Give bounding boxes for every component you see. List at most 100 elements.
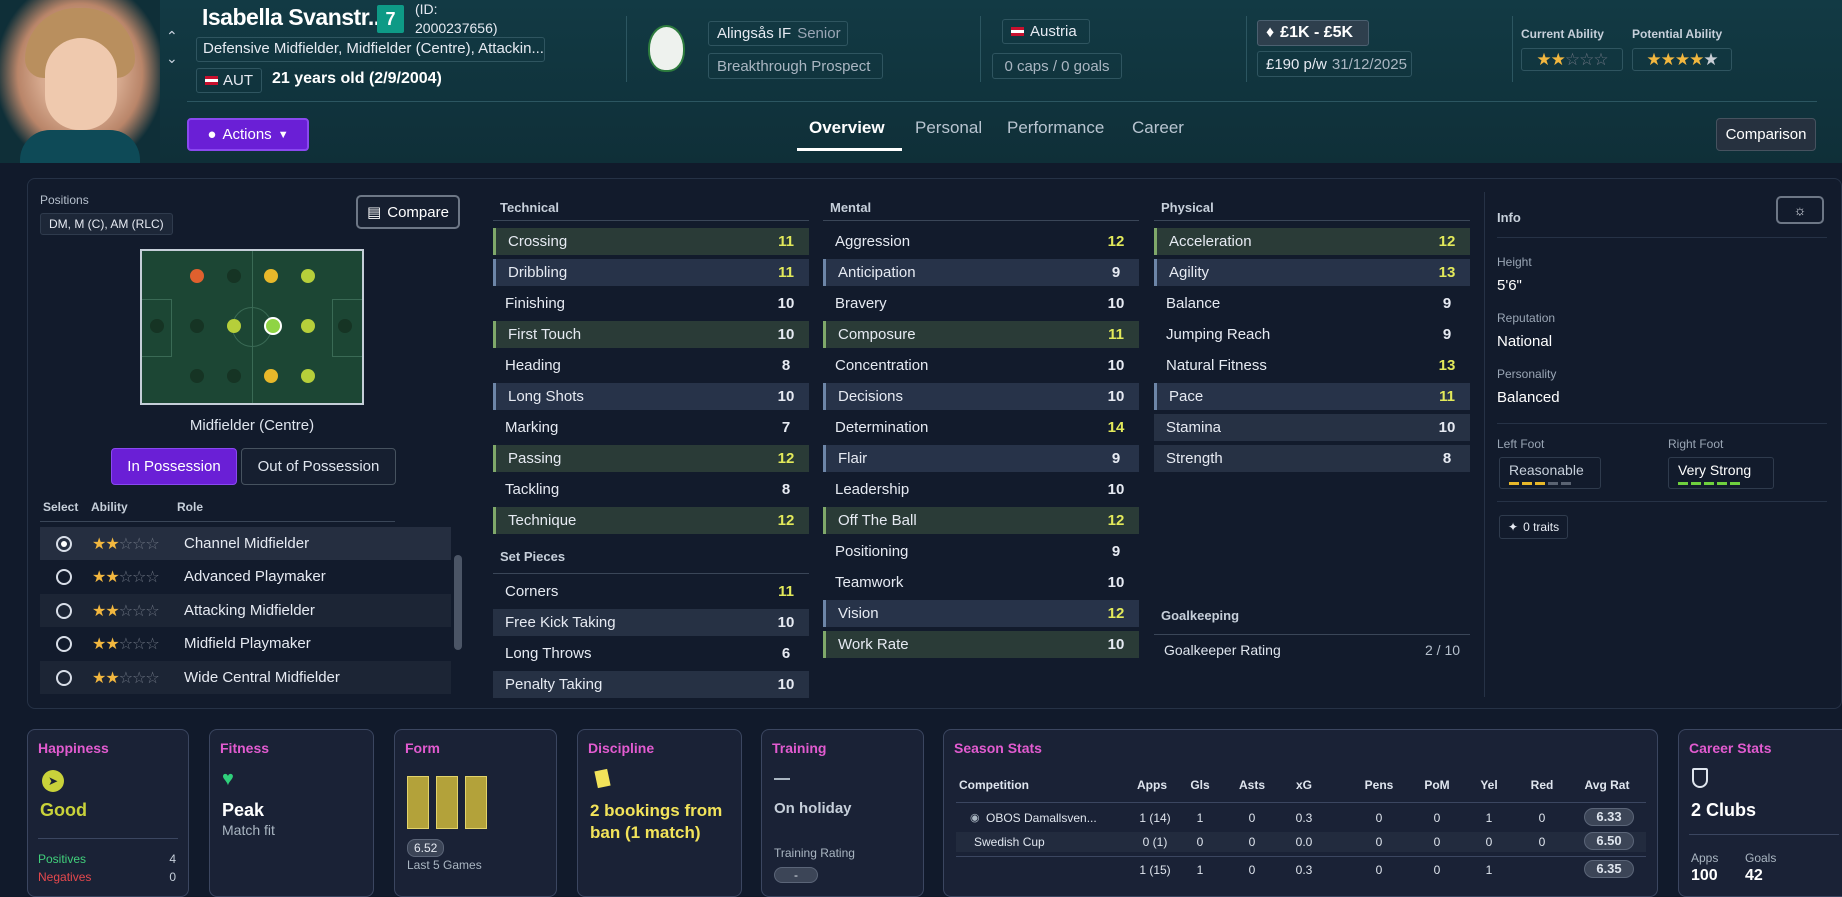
attr-row[interactable]: Composure 11 bbox=[823, 321, 1139, 348]
role-list-scrollbar[interactable] bbox=[454, 555, 462, 650]
attr-row[interactable]: Free Kick Taking 10 bbox=[493, 609, 809, 636]
radio[interactable] bbox=[56, 635, 72, 652]
happiness-card[interactable]: Happiness ➤ Good Positives 4 Negatives 0 bbox=[27, 729, 189, 897]
actions-button[interactable]: ● Actions ▼ bbox=[187, 118, 309, 151]
attr-row[interactable]: Determination 14 bbox=[823, 414, 1139, 441]
comparison-button[interactable]: Comparison bbox=[1716, 118, 1816, 151]
attr-row[interactable]: Heading 8 bbox=[493, 352, 809, 379]
form-card[interactable]: Form 6.52 Last 5 Games bbox=[394, 729, 557, 897]
mental-list: Aggression 12 Anticipation 9 Bravery 10 Com… bbox=[823, 228, 1139, 662]
attr-row[interactable]: Penalty Taking 10 bbox=[493, 671, 809, 698]
role-row[interactable]: ★★☆☆☆ Midfield Playmaker bbox=[40, 627, 451, 660]
attr-row[interactable]: Natural Fitness 13 bbox=[1154, 352, 1470, 379]
attr-row[interactable]: Positioning 9 bbox=[823, 538, 1139, 565]
value-chip[interactable]: ♦ £1K - £5K bbox=[1257, 20, 1369, 46]
form-bar bbox=[465, 776, 487, 829]
attr-row[interactable]: Off The Ball 12 bbox=[823, 507, 1139, 534]
radio[interactable] bbox=[56, 602, 72, 619]
out-of-possession-button[interactable]: Out of Possession bbox=[241, 448, 396, 485]
attr-row[interactable]: Teamwork 10 bbox=[823, 569, 1139, 596]
attr-row[interactable]: Anticipation 9 bbox=[823, 259, 1139, 286]
position-dot[interactable] bbox=[150, 319, 164, 333]
attr-row[interactable]: Crossing 11 bbox=[493, 228, 809, 255]
attr-row[interactable]: Technique 12 bbox=[493, 507, 809, 534]
training-card[interactable]: Training On holiday Training Rating - bbox=[761, 729, 924, 897]
attr-row[interactable]: Finishing 10 bbox=[493, 290, 809, 317]
avg-rating-pill: 6.50 bbox=[1584, 832, 1634, 850]
attr-row[interactable]: Concentration 10 bbox=[823, 352, 1139, 379]
attr-row[interactable]: Aggression 12 bbox=[823, 228, 1139, 255]
attr-row[interactable]: Balance 9 bbox=[1154, 290, 1470, 317]
tab-performance[interactable]: Performance bbox=[1007, 118, 1104, 138]
attr-row[interactable]: Strength 8 bbox=[1154, 445, 1470, 472]
position-dot[interactable] bbox=[338, 319, 352, 333]
attr-row[interactable]: Tackling 8 bbox=[493, 476, 809, 503]
in-possession-button[interactable]: In Possession bbox=[111, 448, 237, 485]
info-settings-icon[interactable]: ☼ bbox=[1776, 196, 1824, 224]
attr-row[interactable]: Long Shots 10 bbox=[493, 383, 809, 410]
position-dot[interactable] bbox=[227, 369, 241, 383]
tab-career[interactable]: Career bbox=[1132, 118, 1184, 138]
sparkle-icon: ✦ bbox=[1508, 520, 1519, 534]
attr-row[interactable]: Agility 13 bbox=[1154, 259, 1470, 286]
position-dot[interactable] bbox=[190, 369, 204, 383]
chevron-down-icon[interactable]: ⌄ bbox=[166, 50, 178, 67]
attr-row[interactable]: Bravery 10 bbox=[823, 290, 1139, 317]
radio[interactable] bbox=[56, 568, 72, 585]
traits-chip[interactable]: ✦ 0 traits bbox=[1499, 515, 1569, 539]
season-stats-card[interactable]: Season Stats Competition Apps Gls Asts x… bbox=[943, 729, 1658, 897]
player-age: 21 years old (2/9/2004) bbox=[272, 70, 442, 87]
nationality-chip: AUT bbox=[196, 68, 262, 93]
divider bbox=[40, 521, 395, 522]
position-dot[interactable] bbox=[227, 319, 241, 333]
club-chip[interactable]: Alingsås IF Senior bbox=[708, 21, 848, 46]
attr-row[interactable]: Marking 7 bbox=[493, 414, 809, 441]
attr-row[interactable]: Jumping Reach 9 bbox=[1154, 321, 1470, 348]
chevron-up-icon[interactable]: ⌃ bbox=[166, 28, 178, 45]
nation-chip[interactable]: Austria bbox=[1002, 19, 1090, 44]
attr-row[interactable]: First Touch 10 bbox=[493, 321, 809, 348]
attr-row[interactable]: Vision 12 bbox=[823, 600, 1139, 627]
club-crest-icon[interactable] bbox=[648, 25, 685, 72]
attr-row[interactable]: Flair 9 bbox=[823, 445, 1139, 472]
current-ability-label: Current Ability bbox=[1521, 27, 1604, 41]
attr-row[interactable]: Leadership 10 bbox=[823, 476, 1139, 503]
position-dot[interactable] bbox=[301, 319, 315, 333]
attr-row[interactable]: Long Throws 6 bbox=[493, 640, 809, 667]
position-dot[interactable] bbox=[190, 269, 204, 283]
attr-row[interactable]: Corners 11 bbox=[493, 578, 809, 605]
discipline-card[interactable]: Discipline 2 bookings from ban (1 match) bbox=[577, 729, 742, 897]
radio[interactable] bbox=[56, 669, 72, 686]
attr-row[interactable]: Dribbling 11 bbox=[493, 259, 809, 286]
attr-row[interactable]: Passing 12 bbox=[493, 445, 809, 472]
attr-row[interactable]: Pace 11 bbox=[1154, 383, 1470, 410]
tab-personal[interactable]: Personal bbox=[915, 118, 982, 138]
radio-selected[interactable] bbox=[56, 535, 72, 552]
position-dot[interactable] bbox=[190, 319, 204, 333]
position-dot[interactable] bbox=[301, 369, 315, 383]
role-row[interactable]: ★★☆☆☆ Advanced Playmaker bbox=[40, 560, 451, 593]
position-pitch[interactable] bbox=[140, 249, 364, 405]
position-dot-selected[interactable] bbox=[264, 317, 282, 335]
role-row[interactable]: ★★☆☆☆ Wide Central Midfielder bbox=[40, 661, 451, 694]
fitness-card[interactable]: Fitness ♥ Peak Match fit bbox=[209, 729, 374, 897]
career-stats-card[interactable]: Career Stats 2 Clubs Apps 100 Goals 42 bbox=[1678, 729, 1842, 897]
attr-row[interactable]: Acceleration 12 bbox=[1154, 228, 1470, 255]
role-row[interactable]: ★★☆☆☆ Attacking Midfielder bbox=[40, 594, 451, 627]
attr-row[interactable]: Work Rate 10 bbox=[823, 631, 1139, 658]
role-row[interactable]: ★★☆☆☆ Channel Midfielder bbox=[40, 527, 451, 560]
tab-overview[interactable]: Overview bbox=[809, 118, 885, 138]
table-row[interactable]: ◉ OBOS Damallsven... 1 (14) 1 0 0.3 0 0 … bbox=[956, 808, 1646, 830]
position-dot[interactable] bbox=[264, 269, 278, 283]
table-row[interactable]: Swedish Cup 0 (1) 0 0 0.0 0 0 0 0 6.50 bbox=[956, 832, 1646, 852]
table-total-row: 1 (15) 1 0 0.3 0 0 1 6.35 bbox=[956, 860, 1646, 882]
position-dot[interactable] bbox=[227, 269, 241, 283]
form-rating: 6.52 bbox=[407, 839, 445, 857]
position-dot[interactable] bbox=[301, 269, 315, 283]
position-dot[interactable] bbox=[264, 369, 278, 383]
tag-icon: ♦ bbox=[1266, 24, 1275, 41]
attr-row[interactable]: Decisions 10 bbox=[823, 383, 1139, 410]
attr-row[interactable]: Stamina 10 bbox=[1154, 414, 1470, 441]
compare-button[interactable]: ▤ Compare bbox=[356, 195, 460, 229]
fitness-sub: Match fit bbox=[222, 822, 275, 838]
